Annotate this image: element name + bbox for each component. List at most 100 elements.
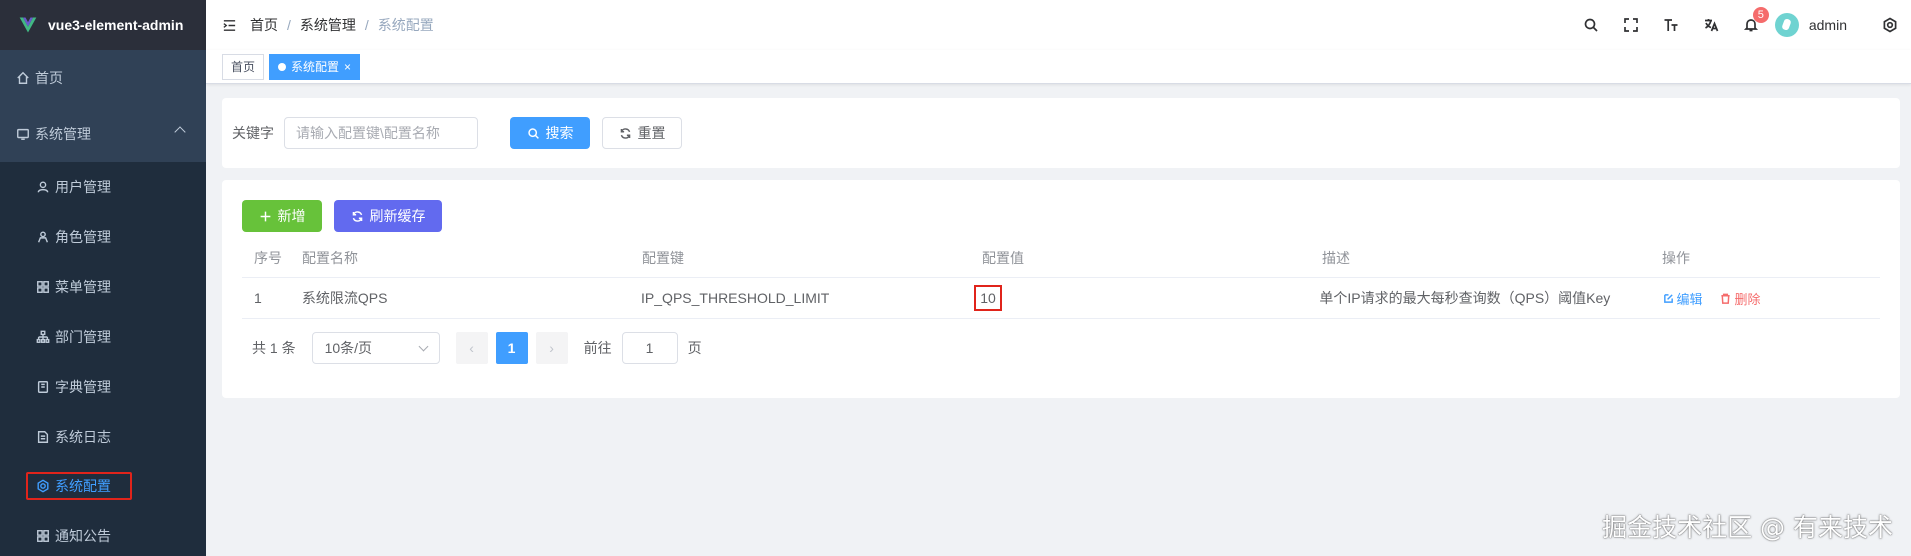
tag-config[interactable]: 系统配置 × (269, 53, 361, 80)
next-page-button[interactable]: › (535, 332, 568, 364)
avatar (1774, 13, 1799, 37)
sidebar-item-notices[interactable]: 通知公告 (0, 511, 206, 556)
trash-icon (1721, 293, 1731, 304)
sidebar-item-label: 角色管理 (55, 229, 111, 245)
add-button[interactable]: 新增 (242, 200, 322, 232)
logo[interactable]: vue3-element-admin (0, 0, 206, 50)
search-button-label: 搜索 (545, 125, 574, 141)
keyword-label: 关键字 (232, 125, 274, 141)
toolbar: 新增 刷新缓存 (242, 200, 442, 232)
sidebar-item-label: 菜单管理 (55, 279, 111, 295)
search-icon[interactable] (1571, 0, 1611, 50)
keyword-input[interactable]: 请输入配置键\配置名称 (284, 117, 478, 149)
reset-button[interactable]: 重置 (602, 117, 682, 149)
edit-label: 编辑 (1676, 291, 1703, 307)
sidebar-item-label: 首页 (35, 70, 63, 86)
sidebar-item-menus[interactable]: 菜单管理 (0, 262, 206, 312)
page-size-select[interactable]: 10条/页 (311, 332, 440, 364)
table-header: 序号 配置名称 配置键 配置值 描述 操作 (242, 238, 1880, 278)
search-button[interactable]: 搜索 (510, 117, 590, 149)
col-desc: 描述 (1322, 249, 1350, 266)
page-suffix: 页 (687, 340, 702, 356)
user-icon (36, 180, 50, 194)
search-icon (527, 127, 539, 139)
fullscreen-icon[interactable] (1611, 0, 1651, 50)
goto-page-input[interactable]: 1 (621, 332, 678, 364)
chevron-up-icon (174, 126, 186, 138)
reset-button-label: 重置 (637, 125, 666, 141)
cell-actions: 编辑 删除 (1663, 289, 1880, 308)
col-value: 配置值 (982, 249, 1024, 266)
delete-button[interactable]: 删除 (1720, 289, 1760, 308)
vue-logo-icon (19, 17, 37, 33)
page-size-value: 10条/页 (324, 340, 373, 356)
font-size-icon[interactable] (1651, 0, 1691, 50)
sidebar: vue3-element-admin 首页 系统管理 用户管理 角色管理 菜单管… (0, 0, 206, 556)
config-table-card: 新增 刷新缓存 序号 配置名称 配置键 配置值 描述 操作 1 系统限流QPS … (222, 180, 1900, 398)
refresh-icon (352, 210, 362, 222)
config-table: 序号 配置名称 配置键 配置值 描述 操作 1 系统限流QPS IP_QPS_T… (242, 238, 1880, 319)
goto-label: 前往 (583, 340, 612, 356)
cell-value: 10 (974, 285, 1319, 311)
edit-icon (1663, 293, 1673, 303)
col-actions: 操作 (1662, 249, 1690, 266)
close-icon[interactable]: × (344, 55, 351, 79)
hamburger-icon[interactable] (220, 16, 238, 34)
document-icon (36, 430, 50, 444)
grid-icon (36, 529, 50, 543)
username: admin (1808, 17, 1847, 33)
watermark: 掘金技术社区 @ 有来技术 (1602, 513, 1893, 542)
user-dropdown[interactable]: admin (1774, 13, 1861, 37)
col-key: 配置键 (642, 249, 684, 266)
sidebar-item-users[interactable]: 用户管理 (0, 162, 206, 212)
sidebar-item-label: 部门管理 (55, 329, 111, 345)
navbar: 首页 / 系统管理 / 系统配置 5 admin (206, 0, 1911, 50)
refresh-cache-button[interactable]: 刷新缓存 (334, 200, 442, 232)
edit-button[interactable]: 编辑 (1663, 289, 1703, 308)
highlight-box (26, 472, 132, 500)
app-title: vue3-element-admin (48, 17, 184, 33)
pagination-total: 共 1 条 (252, 340, 296, 356)
tag-label: 首页 (231, 59, 256, 74)
cell-key: IP_QPS_THRESHOLD_LIMIT (641, 290, 830, 306)
tags-view: 首页 系统配置 × (206, 50, 1911, 84)
gear-icon[interactable] (1875, 0, 1905, 50)
pagination: 共 1 条 10条/页 ‹ 1 › 前往 1 页 (252, 332, 702, 364)
cell-name: 系统限流QPS (301, 290, 388, 306)
sidebar-item-label: 系统管理 (35, 126, 91, 142)
refresh-icon (620, 127, 630, 139)
col-name: 配置名称 (302, 249, 358, 266)
breadcrumb: 首页 / 系统管理 / 系统配置 (250, 15, 434, 35)
value-highlight: 10 (974, 285, 1002, 311)
refresh-cache-label: 刷新缓存 (369, 208, 426, 224)
sidebar-item-system[interactable]: 系统管理 (0, 109, 206, 159)
sidebar-item-dictionary[interactable]: 字典管理 (0, 362, 206, 412)
cell-desc: 单个IP请求的最大每秒查询数（QPS）阈值Key (1319, 290, 1611, 306)
sidebar-item-logs[interactable]: 系统日志 (0, 412, 206, 462)
prev-page-button[interactable]: ‹ (455, 332, 488, 364)
bell-icon[interactable]: 5 (1731, 0, 1771, 50)
sidebar-item-label: 通知公告 (55, 528, 111, 544)
breadcrumb-separator: / (287, 17, 291, 33)
sidebar-item-home[interactable]: 首页 (0, 53, 206, 103)
sidebar-item-label: 用户管理 (55, 179, 111, 195)
sidebar-item-label: 系统日志 (55, 429, 111, 445)
add-button-label: 新增 (277, 208, 306, 224)
sidebar-item-departments[interactable]: 部门管理 (0, 312, 206, 362)
tag-label: 系统配置 (291, 59, 340, 74)
breadcrumb-home[interactable]: 首页 (250, 15, 278, 35)
sidebar-item-roles[interactable]: 角色管理 (0, 212, 206, 262)
language-icon[interactable] (1691, 0, 1731, 50)
cell-index: 1 (254, 290, 262, 306)
sidebar-item-label: 字典管理 (55, 379, 111, 395)
breadcrumb-system[interactable]: 系统管理 (300, 15, 356, 35)
notification-badge: 5 (1752, 7, 1769, 23)
tag-home[interactable]: 首页 (222, 53, 265, 80)
navbar-actions: 5 admin (1571, 0, 1911, 50)
breadcrumb-separator: / (364, 17, 369, 33)
page-number-1[interactable]: 1 (495, 332, 528, 364)
role-icon (36, 230, 50, 244)
system-icon (16, 127, 30, 141)
col-index: 序号 (254, 249, 282, 266)
plus-icon (260, 211, 270, 221)
